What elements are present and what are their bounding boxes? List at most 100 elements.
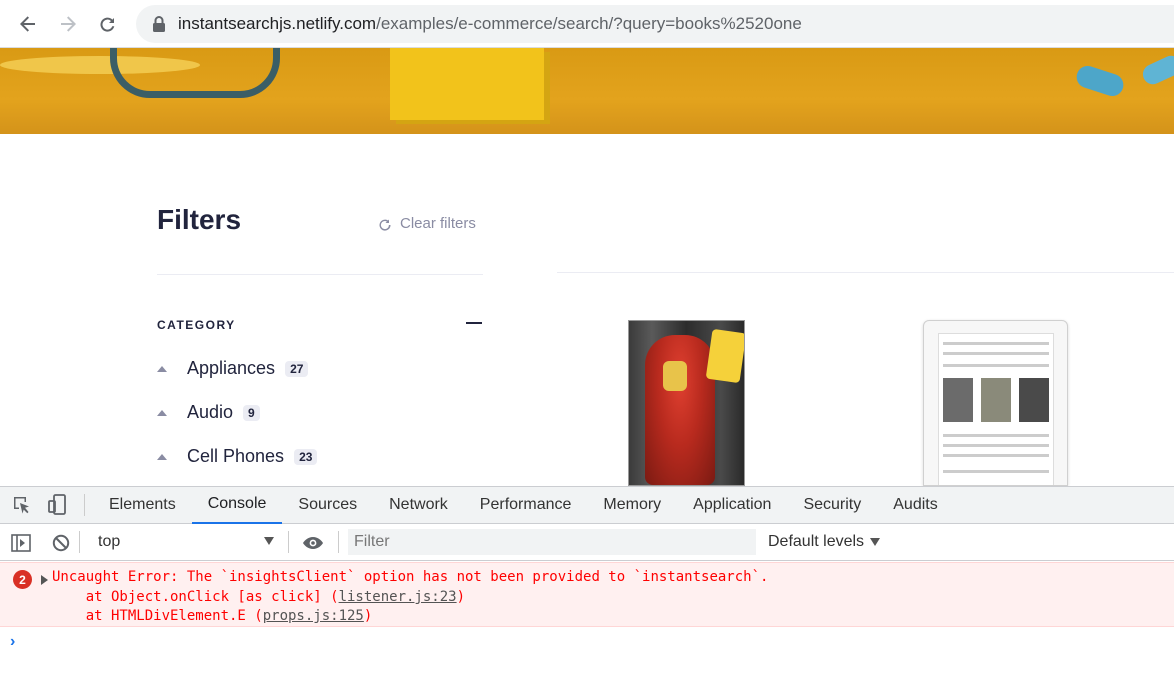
category-item-audio[interactable]: Audio 9	[157, 402, 260, 423]
banner-decoration	[110, 48, 280, 98]
book-cover	[943, 378, 973, 422]
stack-frame-text: )	[363, 608, 373, 624]
stack-frame: at Object.onClick [as click] (listener.j…	[52, 589, 465, 605]
category-count: 27	[285, 360, 309, 377]
show-sidebar-button[interactable]	[3, 525, 39, 561]
devtools-tabbar: Elements Console Sources Network Perform…	[0, 487, 1174, 524]
category-label: Cell Phones	[187, 446, 285, 466]
stack-frame-text: at Object.onClick [as click] (	[52, 589, 339, 605]
banner-decoration	[1073, 63, 1127, 99]
console-toolbar: top Default levels	[0, 524, 1174, 561]
category-heading: CATEGORY	[157, 318, 236, 332]
lock-icon	[153, 16, 165, 32]
url-path: /examples/e-commerce/search/?query=books…	[376, 14, 802, 33]
clear-filters-button[interactable]: Clear filters	[378, 215, 476, 232]
inspect-icon	[14, 497, 29, 514]
toolbar-separator	[79, 531, 80, 553]
source-link[interactable]: listener.js:23	[339, 589, 457, 605]
ereader-screen	[938, 333, 1054, 485]
banner-decoration	[1139, 52, 1174, 88]
dropdown-arrow-icon	[870, 538, 881, 546]
stack-frame-text: at HTMLDivElement.E (	[52, 608, 263, 624]
sidebar-icon	[11, 534, 31, 552]
device-icon	[48, 494, 66, 515]
live-expression-button[interactable]	[295, 525, 331, 561]
tab-security[interactable]: Security	[787, 487, 877, 524]
book-cover	[981, 378, 1011, 422]
figure-detail	[663, 361, 687, 391]
arrow-left-icon	[20, 16, 35, 32]
product-image-ereader[interactable]	[923, 320, 1068, 486]
context-selector[interactable]: top	[90, 528, 280, 556]
console-prompt[interactable]: ›	[10, 633, 15, 651]
book-cover	[1019, 378, 1049, 422]
url-text: instantsearchjs.netlify.com/examples/e-c…	[178, 14, 802, 34]
block-icon	[52, 534, 70, 552]
reset-icon	[379, 219, 391, 231]
collapse-toggle[interactable]	[466, 322, 482, 324]
clear-filters-label: Clear filters	[400, 215, 476, 232]
toolbar-separator	[84, 494, 85, 516]
screen-line	[943, 342, 1049, 345]
tab-elements[interactable]: Elements	[93, 487, 192, 524]
category-label: Appliances	[187, 358, 276, 378]
figure-body	[645, 335, 715, 485]
category-count: 9	[243, 404, 260, 421]
error-count-badge: 2	[13, 570, 32, 589]
category-label: Audio	[187, 402, 234, 422]
device-toolbar-button[interactable]	[40, 487, 76, 523]
category-count: 23	[294, 448, 318, 465]
stack-frame-text: )	[456, 589, 466, 605]
package-sticker	[705, 328, 744, 384]
screen-line	[943, 364, 1049, 367]
filters-title: Filters	[157, 204, 242, 235]
source-link[interactable]: props.js:125	[263, 608, 364, 624]
caret-up-icon	[157, 453, 167, 460]
dropdown-arrow-icon	[264, 537, 274, 545]
tab-sources[interactable]: Sources	[282, 487, 373, 524]
tab-performance[interactable]: Performance	[464, 487, 588, 524]
hero-banner	[0, 48, 1174, 134]
divider	[557, 272, 1174, 273]
banner-decoration	[390, 48, 544, 120]
caret-up-icon	[157, 365, 167, 372]
tab-application[interactable]: Application	[677, 487, 787, 524]
expand-triangle-icon[interactable]	[41, 575, 48, 585]
levels-label: Default levels	[768, 533, 865, 550]
error-text: Uncaught Error: The `insightsClient` opt…	[52, 569, 769, 585]
category-item-cell-phones[interactable]: Cell Phones 23	[157, 446, 318, 467]
log-levels-dropdown[interactable]: Default levels	[768, 528, 881, 556]
tab-console[interactable]: Console	[191, 487, 283, 524]
reload-icon	[100, 17, 115, 32]
screen-line	[943, 444, 1049, 447]
browser-toolbar: instantsearchjs.netlify.com/examples/e-c…	[0, 0, 1174, 48]
forward-button[interactable]	[48, 4, 88, 44]
screen-line	[943, 454, 1049, 457]
reload-button[interactable]	[88, 4, 128, 44]
devtools-panel: Elements Console Sources Network Perform…	[0, 486, 1174, 694]
category-item-appliances[interactable]: Appliances 27	[157, 358, 309, 379]
inspect-element-button[interactable]	[4, 487, 40, 523]
url-host: instantsearchjs.netlify.com	[178, 14, 377, 33]
stack-frame: at HTMLDivElement.E (props.js:125)	[52, 608, 373, 624]
console-filter-input[interactable]	[348, 529, 756, 555]
tab-audits[interactable]: Audits	[877, 487, 953, 524]
screen-line	[943, 470, 1049, 473]
address-bar[interactable]: instantsearchjs.netlify.com/examples/e-c…	[136, 5, 1174, 43]
back-button[interactable]	[8, 4, 48, 44]
screen-line	[943, 434, 1049, 437]
console-error-message: 2 Uncaught Error: The `insightsClient` o…	[0, 562, 1174, 627]
clear-console-button[interactable]	[43, 525, 79, 561]
tab-network[interactable]: Network	[373, 487, 464, 524]
divider	[157, 274, 483, 275]
toolbar-separator	[288, 531, 289, 553]
caret-up-icon	[157, 409, 167, 416]
toolbar-separator	[338, 531, 339, 553]
screen-line	[943, 352, 1049, 355]
tab-memory[interactable]: Memory	[587, 487, 677, 524]
product-image-action-figure[interactable]	[628, 320, 745, 486]
context-value: top	[98, 533, 121, 550]
arrow-right-icon	[61, 16, 76, 32]
eye-icon	[303, 537, 323, 549]
search-page: Filters Clear filters CATEGORY Appliance…	[0, 134, 1174, 486]
